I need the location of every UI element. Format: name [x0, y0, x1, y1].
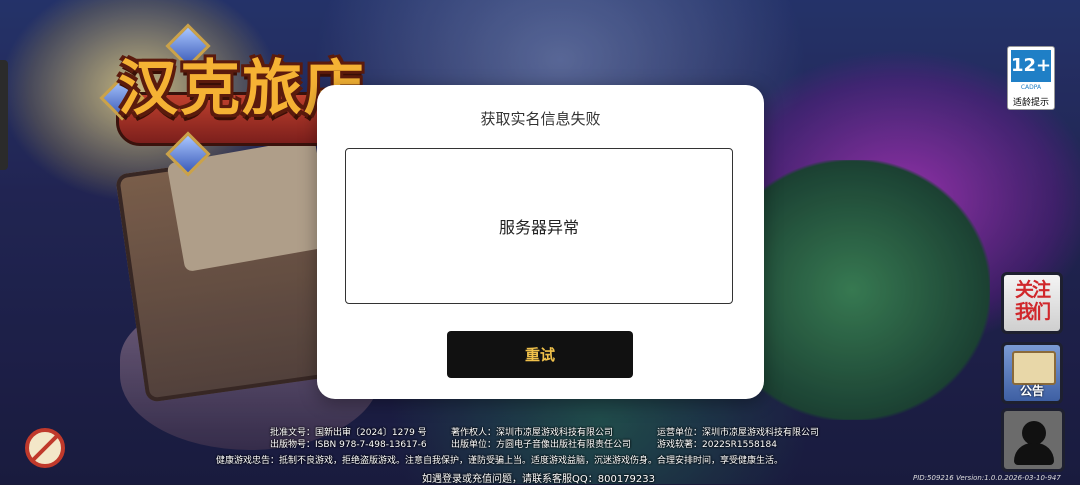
retry-button[interactable]: 重试 [447, 331, 633, 378]
notice-button[interactable]: 公告 [1001, 342, 1063, 404]
about-us-label: 关注我们 [1014, 279, 1051, 323]
realname-error-dialog: 获取实名信息失败 服务器异常 重试 [317, 85, 764, 399]
scroll-icon [1012, 351, 1056, 385]
error-message-box: 服务器异常 [345, 148, 733, 304]
user-icon [1022, 421, 1046, 445]
age-rating: 12+ [1011, 50, 1051, 82]
error-message: 服务器异常 [498, 218, 579, 237]
age-caption: 适龄提示 [1012, 98, 1049, 108]
dialog-title: 获取实名信息失败 [480, 110, 601, 128]
age-restriction-icon [25, 428, 65, 468]
publisher: 出版单位：方圆电子音像出版社有限责任公司 [451, 440, 632, 450]
isbn: 出版物号：ISBN 978-7-498-13617-6 [270, 440, 427, 450]
about-us-button[interactable]: 关注我们 [1001, 272, 1063, 334]
health-advisory: 健康游戏忠告：抵制不良游戏，拒绝盗版游戏。注意自我保护，谨防受骗上当。适度游戏益… [216, 456, 784, 466]
software-copyright: 游戏软著：2022SR1558184 [657, 440, 777, 450]
version-info: PID:509216 Version:1.0.0.2026-03-10-947 [913, 474, 1061, 482]
edge-handle [0, 60, 8, 170]
age-rating-badge[interactable]: 12+ CADPA 适龄提示 [1007, 46, 1055, 110]
notice-label: 公告 [1019, 384, 1044, 398]
rating-org: CADPA [1020, 84, 1042, 91]
